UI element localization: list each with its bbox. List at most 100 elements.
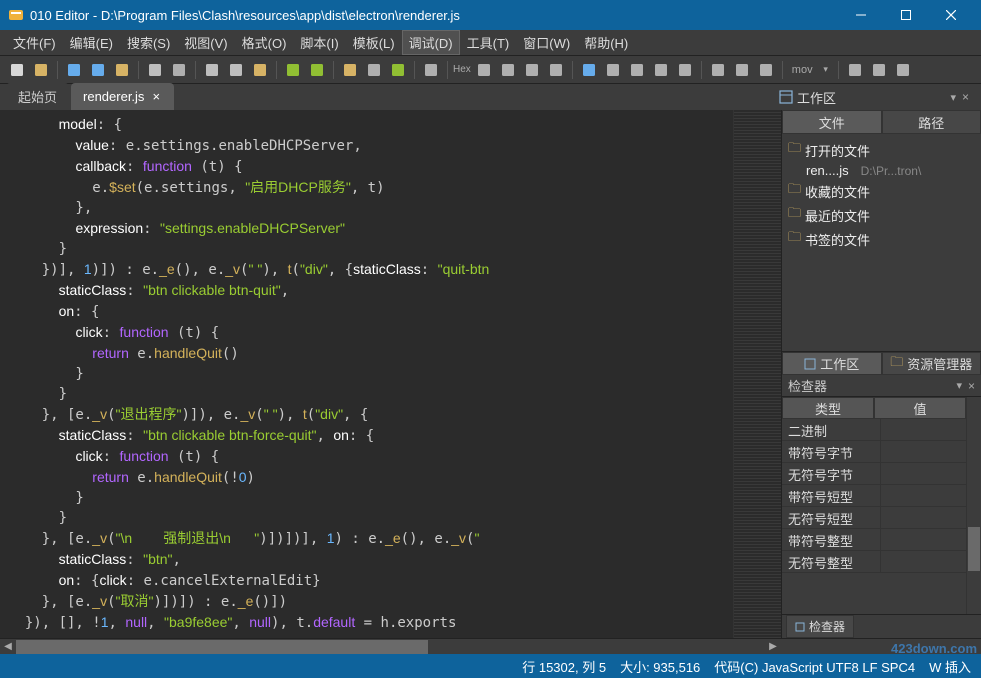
menu-调试(D)[interactable]: 调试(D) xyxy=(402,30,460,55)
btab-inspector[interactable]: 检查器 xyxy=(786,615,854,638)
menu-窗口(W)[interactable]: 窗口(W) xyxy=(516,30,577,55)
code-editor[interactable]: model: { value: e.settings.enableDHCPSer… xyxy=(0,110,733,638)
tree-打开的文件[interactable]: 🗀打开的文件 xyxy=(784,138,979,162)
toolbar-print-preview-icon[interactable] xyxy=(168,59,190,81)
menu-搜索(S)[interactable]: 搜索(S) xyxy=(120,30,177,55)
status-mode[interactable]: W 插入 xyxy=(929,657,971,676)
col-value[interactable]: 值 xyxy=(874,397,966,419)
toolbar-hex-ed-icon[interactable] xyxy=(602,59,624,81)
scroll-left-icon[interactable]: ◀ xyxy=(0,639,16,655)
inspector-pin-icon[interactable]: ▾ xyxy=(956,379,962,392)
toolbar-mov-dropdown-icon[interactable]: ▾ xyxy=(819,59,833,81)
folder-icon: 🗀 xyxy=(788,204,801,226)
toolbar-mov-label[interactable]: mov xyxy=(788,64,817,76)
menu-工具(T)[interactable]: 工具(T) xyxy=(460,30,517,55)
toolbar-terminal-icon[interactable] xyxy=(892,59,914,81)
close-button[interactable] xyxy=(928,0,973,30)
main-area: model: { value: e.settings.enableDHCPSer… xyxy=(0,110,981,638)
inspector-row[interactable]: 二进制 xyxy=(782,419,966,441)
toolbar-hex-label[interactable]: Hex xyxy=(453,59,471,81)
toolbar-paste-icon[interactable] xyxy=(249,59,271,81)
menu-格式(O)[interactable]: 格式(O) xyxy=(235,30,294,55)
inspector-row[interactable]: 带符号整型 xyxy=(782,529,966,551)
toolbar-run-icon[interactable] xyxy=(844,59,866,81)
toolbar-bookmark-prev-icon[interactable] xyxy=(707,59,729,81)
toolbar-calc-icon[interactable] xyxy=(578,59,600,81)
workspace-close-icon[interactable]: × xyxy=(962,90,969,104)
subtab-workspace[interactable]: 工作区 xyxy=(782,352,882,375)
status-line-col[interactable]: 行 15302, 列 5 xyxy=(522,657,606,676)
workspace-pin-icon[interactable]: ▾ xyxy=(950,91,956,104)
inspector-bottom-tabs: 检查器 xyxy=(782,614,981,638)
toolbar-histogram-icon[interactable] xyxy=(674,59,696,81)
workspace-panel-icon xyxy=(779,90,793,104)
inspector-row[interactable]: 无符号整型 xyxy=(782,551,966,573)
toolbar-align-icon[interactable] xyxy=(497,59,519,81)
toolbar-goto-icon[interactable] xyxy=(473,59,495,81)
inspector-row[interactable]: 带符号字节 xyxy=(782,441,966,463)
menubar: 文件(F)编辑(E)搜索(S)视图(V)格式(O)脚本(I)模板(L)调试(D)… xyxy=(0,30,981,56)
col-type[interactable]: 类型 xyxy=(782,397,874,419)
inspector-title: 检查器 xyxy=(788,376,827,395)
toolbar-cut-icon[interactable] xyxy=(201,59,223,81)
menu-脚本(I)[interactable]: 脚本(I) xyxy=(293,30,345,55)
toolbar-ruler-icon[interactable] xyxy=(521,59,543,81)
status-size[interactable]: 大小: 935,516 xyxy=(620,657,700,676)
tab-paths[interactable]: 路径 xyxy=(882,110,981,134)
toolbar-saveall-icon[interactable] xyxy=(87,59,109,81)
toolbar-fill-icon[interactable] xyxy=(545,59,567,81)
workspace-icon xyxy=(804,358,816,370)
tab-renderer.js[interactable]: renderer.js× xyxy=(71,83,174,110)
minimize-button[interactable] xyxy=(838,0,883,30)
inspector-icon xyxy=(795,622,805,632)
inspector-row[interactable]: 无符号短型 xyxy=(782,507,966,529)
toolbar-print-icon[interactable] xyxy=(144,59,166,81)
inspector-header: 类型 值 xyxy=(782,397,966,419)
toolbar-hex-addr-icon[interactable] xyxy=(420,59,442,81)
toolbar-undo-icon[interactable] xyxy=(282,59,304,81)
toolbar-replace-icon[interactable] xyxy=(387,59,409,81)
menu-模板(L)[interactable]: 模板(L) xyxy=(346,30,402,55)
toolbar-find-next-icon[interactable] xyxy=(363,59,385,81)
toolbar-checksum-icon[interactable] xyxy=(650,59,672,81)
tabstrip: 起始页renderer.js× 工作区 ▾ × xyxy=(0,84,981,110)
menu-帮助(H)[interactable]: 帮助(H) xyxy=(577,30,635,55)
toolbar-redo-icon[interactable] xyxy=(306,59,328,81)
editor-hscrollbar[interactable]: ◀ ▶ xyxy=(0,638,781,654)
toolbar-find-icon[interactable] xyxy=(339,59,361,81)
toolbar-new-icon[interactable] xyxy=(6,59,28,81)
toolbar-copy-icon[interactable] xyxy=(225,59,247,81)
menu-编辑(E)[interactable]: 编辑(E) xyxy=(63,30,120,55)
menu-视图(V)[interactable]: 视图(V) xyxy=(177,30,234,55)
inspector-row[interactable]: 带符号短型 xyxy=(782,485,966,507)
toolbar-save-icon[interactable] xyxy=(63,59,85,81)
toolbar-folder-icon[interactable] xyxy=(111,59,133,81)
scroll-right-icon[interactable]: ▶ xyxy=(765,639,781,655)
tree-收藏的文件[interactable]: 🗀收藏的文件 xyxy=(784,179,979,203)
toolbar-tpl-run-icon[interactable] xyxy=(868,59,890,81)
tree-书签的文件[interactable]: 🗀书签的文件 xyxy=(784,227,979,251)
menu-文件(F)[interactable]: 文件(F) xyxy=(6,30,63,55)
inspector-close-icon[interactable]: × xyxy=(968,379,975,393)
tree-file[interactable]: ren....jsD:\Pr...tron\ xyxy=(784,162,979,179)
tab-files[interactable]: 文件 xyxy=(782,110,882,134)
toolbar-bookmark-next-icon[interactable] xyxy=(731,59,753,81)
toolbar-compare-icon[interactable] xyxy=(626,59,648,81)
tree-最近的文件[interactable]: 🗀最近的文件 xyxy=(784,203,979,227)
folder-icon: 🗀 xyxy=(788,228,801,250)
minimap[interactable] xyxy=(733,110,781,638)
maximize-button[interactable] xyxy=(883,0,928,30)
titlebar: 010 Editor - D:\Program Files\Clash\reso… xyxy=(0,0,981,30)
workspace-panel-title: 工作区 xyxy=(797,88,836,107)
status-encoding[interactable]: 代码(C) JavaScript UTF8 LF SPC4 xyxy=(714,657,915,676)
inspector-scrollbar[interactable] xyxy=(966,397,981,614)
toolbar-open-icon[interactable] xyxy=(30,59,52,81)
tab-起始页[interactable]: 起始页 xyxy=(6,83,69,110)
inspector-row[interactable]: 无符号字节 xyxy=(782,463,966,485)
workspace-sub-tabs: 工作区 🗀 资源管理器 xyxy=(782,351,981,375)
subtab-explorer[interactable]: 🗀 资源管理器 xyxy=(882,352,981,375)
folder-icon: 🗀 xyxy=(788,180,801,202)
toolbar-structure-icon[interactable] xyxy=(755,59,777,81)
tab-close-icon[interactable]: × xyxy=(150,89,162,104)
inspector-rows: 二进制带符号字节无符号字节带符号短型无符号短型带符号整型无符号整型 xyxy=(782,419,966,573)
